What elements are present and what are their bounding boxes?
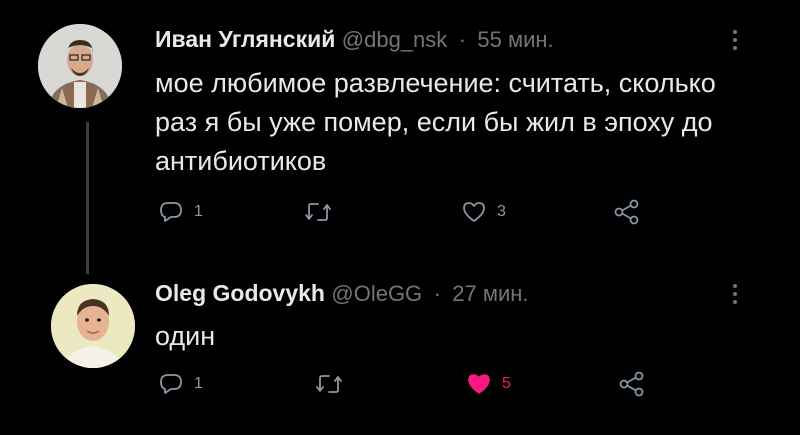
retweet-icon [305, 203, 331, 221]
avatar[interactable] [38, 24, 122, 108]
separator: · [458, 27, 467, 52]
share-button[interactable] [613, 198, 641, 226]
tweet-header: Oleg Godovykh @OleGG · 27 мин. [155, 280, 529, 307]
more-icon[interactable] [733, 284, 739, 308]
timestamp[interactable]: 55 мин. [477, 27, 553, 52]
author-handle[interactable]: @OleGG [331, 281, 422, 306]
like-count: 5 [502, 375, 511, 392]
separator: · [433, 281, 441, 306]
retweet-button[interactable] [303, 198, 333, 226]
tweet-actions: 1 5 [158, 370, 658, 400]
reply-count: 1 [194, 203, 203, 220]
tweet-oleg[interactable]: Oleg Godovykh @OleGG · 27 мин. один 1 5 [0, 262, 800, 435]
like-icon [463, 202, 485, 222]
reply-button[interactable]: 1 [158, 370, 203, 398]
tweet-text: мое любимое развлечение: считать, скольк… [155, 68, 716, 176]
like-icon [468, 374, 490, 394]
share-icon [614, 199, 639, 225]
author-name[interactable]: Oleg Godovykh [155, 280, 325, 306]
tweet-ivan[interactable]: Иван Углянский @dbg_nsk · 55 мин. мое лю… [0, 0, 800, 274]
share-icon [619, 371, 644, 397]
thread-line [86, 122, 89, 274]
like-button[interactable]: 3 [461, 198, 506, 226]
share-button[interactable] [618, 370, 646, 398]
author-handle[interactable]: @dbg_nsk [342, 27, 448, 52]
retweet-icon [316, 375, 342, 393]
tweet-actions: 1 3 [158, 198, 658, 228]
reply-icon [160, 202, 182, 222]
reply-button[interactable]: 1 [158, 198, 203, 226]
tweet-header: Иван Углянский @dbg_nsk · 55 мин. [155, 26, 554, 53]
avatar[interactable] [51, 284, 135, 368]
timestamp[interactable]: 27 мин. [452, 281, 528, 306]
like-button[interactable]: 5 [466, 370, 511, 398]
reply-count: 1 [194, 375, 203, 392]
like-count: 3 [497, 203, 506, 220]
author-name[interactable]: Иван Углянский [155, 26, 335, 52]
tweet-text: один [155, 321, 216, 351]
more-icon[interactable] [733, 30, 739, 54]
reply-icon [160, 374, 182, 394]
retweet-button[interactable] [314, 370, 344, 398]
